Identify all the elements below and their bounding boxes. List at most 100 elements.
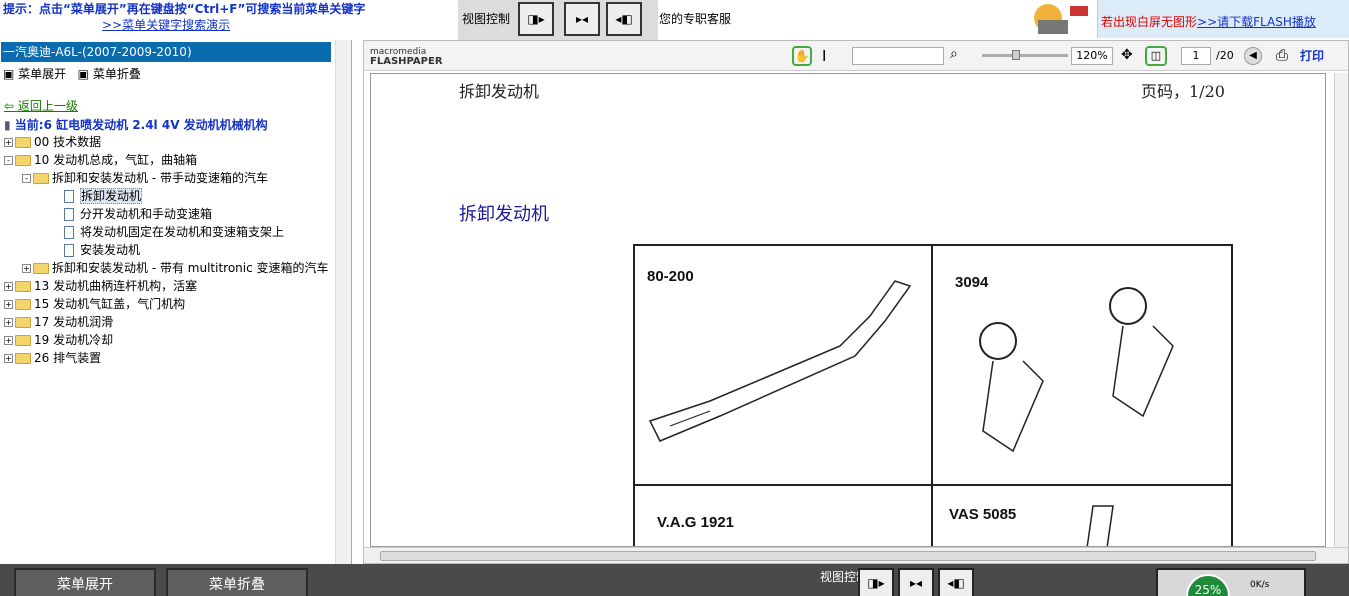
tree-item[interactable]: - 拆卸和安装发动机 - 带手动变速箱的汽车: [22, 169, 268, 187]
speed-rate: 0K/s: [1250, 580, 1270, 590]
collapse-toggle-icon[interactable]: -: [22, 174, 31, 183]
tree-item[interactable]: 分开发动机和手动变速箱: [40, 205, 212, 223]
car-model-title[interactable]: 一汽奥迪-A6L-(2007-2009-2010): [1, 42, 331, 62]
arrow-left-icon: ◂◧: [615, 12, 633, 26]
flashpaper-viewer: macromedia FLASHPAPER ✋ I ⌕ 120% ✥ ◫ 1 /…: [363, 40, 1349, 564]
expand-icon: ▣: [3, 67, 15, 81]
tree-item[interactable]: +00 技术数据: [4, 133, 101, 151]
prev-page-icon[interactable]: ◀: [1244, 47, 1262, 65]
page-number-field[interactable]: 1: [1181, 47, 1211, 65]
page-horizontal-scrollbar[interactable]: [364, 547, 1348, 563]
page-header-number: 页码，1/20: [1141, 82, 1225, 101]
tool-cell: V.A.G 1921: [635, 486, 933, 546]
document-page: 拆卸发动机 页码，1/20 拆卸发动机 80-200 3094 V.A.G 19…: [370, 73, 1326, 547]
tree-item[interactable]: + 拆卸和安装发动机 - 带有 multitronic 变速箱的汽车: [22, 259, 329, 277]
fit-page-icon[interactable]: ✥: [1121, 47, 1133, 63]
tree-item-label: 拆卸和安装发动机 - 带有 multitronic 变速箱的汽车: [52, 261, 329, 275]
expand-toggle-icon[interactable]: +: [4, 300, 13, 309]
tree-item[interactable]: +13 发动机曲柄连杆机构，活塞: [4, 277, 197, 295]
special-tools-table: 80-200 3094 V.A.G 1921 VAS 5085: [633, 244, 1233, 546]
tree-item-label: 拆卸发动机: [80, 188, 143, 204]
view-split-button[interactable]: ▸◂: [898, 568, 934, 596]
view-single-button[interactable]: ◨▸: [518, 2, 554, 36]
search-demo-link[interactable]: >>菜单关键字搜索演示: [102, 16, 230, 33]
document-icon: [64, 208, 74, 221]
viewer-toolbar: macromedia FLASHPAPER ✋ I ⌕ 120% ✥ ◫ 1 /…: [364, 41, 1348, 71]
fit-width-icon[interactable]: ◫: [1145, 46, 1167, 66]
collapse-toggle-icon[interactable]: -: [4, 156, 13, 165]
print-button[interactable]: 打印: [1300, 47, 1324, 64]
split-icon: ▸◂: [909, 576, 923, 590]
tool-cell: 80-200: [635, 246, 933, 486]
page-title: 拆卸发动机: [459, 204, 549, 225]
download-flash-link[interactable]: >>请下载FLASH播放: [1197, 15, 1316, 29]
back-label: 返回上一级: [17, 99, 78, 113]
tree-item[interactable]: +17 发动机润滑: [4, 313, 113, 331]
tree-item-label: 26 排气装置: [34, 351, 102, 365]
printer-icon[interactable]: ⎙: [1276, 46, 1288, 64]
text-select-icon[interactable]: I: [822, 47, 826, 65]
arrow-right-icon: ◨▸: [527, 12, 545, 26]
tree-item[interactable]: +26 排气装置: [4, 349, 101, 367]
tree-item-label: 10 发动机总成，气缸，曲轴箱: [34, 153, 198, 167]
folder-icon: [33, 263, 49, 274]
folder-icon: [15, 317, 31, 328]
expand-toggle-icon[interactable]: +: [22, 264, 31, 273]
search-input[interactable]: [852, 47, 944, 65]
speed-widget: 25% 0K/s: [1156, 568, 1306, 596]
tree-item-label: 15 发动机气缸盖，气门机构: [34, 297, 186, 311]
folder-icon: [15, 335, 31, 346]
expand-toggle-icon[interactable]: +: [4, 336, 13, 345]
expand-toggle-icon[interactable]: +: [4, 138, 13, 147]
page-vertical-scrollbar[interactable]: [1334, 73, 1348, 547]
expand-menu-link[interactable]: 菜单展开: [18, 67, 66, 81]
menu-scrollbar[interactable]: [335, 40, 351, 564]
back-link[interactable]: ⇦ 返回上一级: [4, 97, 78, 114]
bracket-tool-icon: [979, 287, 1174, 453]
document-icon: [64, 226, 74, 239]
search-icon[interactable]: ⌕: [950, 46, 958, 62]
logo-bottom: FLASHPAPER: [370, 56, 443, 67]
mechanic-logo-icon: [1034, 4, 1088, 34]
tool-cell: VAS 5085: [933, 486, 1233, 546]
zoom-slider[interactable]: [982, 54, 1068, 57]
service-label[interactable]: 您的专职客服: [659, 10, 731, 27]
view-control-label: 视图控制: [462, 12, 511, 26]
tree-item-label: 13 发动机曲柄连杆机构，活塞: [34, 279, 198, 293]
tree-item[interactable]: 将发动机固定在发动机和变速箱支架上: [40, 223, 284, 241]
current-label: 当前:6 缸电喷发动机 2.4l 4V 发动机机械机构: [14, 118, 268, 132]
tree-item[interactable]: - 10 发动机总成，气缸，曲轴箱: [4, 151, 197, 169]
tree-item[interactable]: 安装发动机: [40, 241, 140, 259]
lever-tool-icon: [648, 280, 912, 442]
tree-item-label: 19 发动机冷却: [34, 333, 114, 347]
collapse-menu-link[interactable]: 菜单折叠: [93, 67, 141, 81]
view-single-button[interactable]: ◨▸: [858, 568, 894, 596]
expand-toggle-icon[interactable]: +: [4, 354, 13, 363]
arrow-right-icon: ◨▸: [867, 576, 885, 590]
view-left-button[interactable]: ◂◧: [938, 568, 974, 596]
split-icon: ▸◂: [575, 12, 589, 26]
view-control: 视图控制 ◨▸ ▸◂ ◂◧: [458, 0, 658, 40]
tree-item-label: 分开发动机和手动变速箱: [80, 207, 213, 221]
view-split-button[interactable]: ▸◂: [564, 2, 600, 36]
tree-item[interactable]: 拆卸发动机: [40, 187, 143, 205]
zoom-slider-thumb[interactable]: [1012, 50, 1020, 60]
view-left-button[interactable]: ◂◧: [606, 2, 642, 36]
tool-label: V.A.G 1921: [657, 514, 734, 531]
hand-tool-icon[interactable]: ✋: [792, 46, 812, 66]
location-icon: ▮: [4, 118, 11, 132]
current-location: ▮ 当前:6 缸电喷发动机 2.4l 4V 发动机机械机构: [4, 116, 268, 133]
expand-toggle-icon[interactable]: +: [4, 318, 13, 327]
expand-toggle-icon[interactable]: +: [4, 282, 13, 291]
search-tip: 提示：点击“菜单展开”再在键盘按“Ctrl+F”可搜索当前菜单关键字: [3, 2, 366, 16]
scroll-thumb[interactable]: [380, 551, 1316, 561]
tree-item[interactable]: +19 发动机冷却: [4, 331, 113, 349]
zoom-field[interactable]: 120%: [1071, 47, 1113, 65]
arrow-left-icon: ◂◧: [947, 576, 965, 590]
collapse-menu-button[interactable]: 菜单折叠: [166, 568, 308, 596]
menu-panel: 一汽奥迪-A6L-(2007-2009-2010) ▣ 菜单展开 ▣ 菜单折叠 …: [0, 40, 352, 564]
speed-percent: 25%: [1186, 574, 1230, 596]
expand-menu-button[interactable]: 菜单展开: [14, 568, 156, 596]
back-arrow-icon: ⇦: [4, 99, 15, 113]
tree-item[interactable]: +15 发动机气缸盖，气门机构: [4, 295, 185, 313]
